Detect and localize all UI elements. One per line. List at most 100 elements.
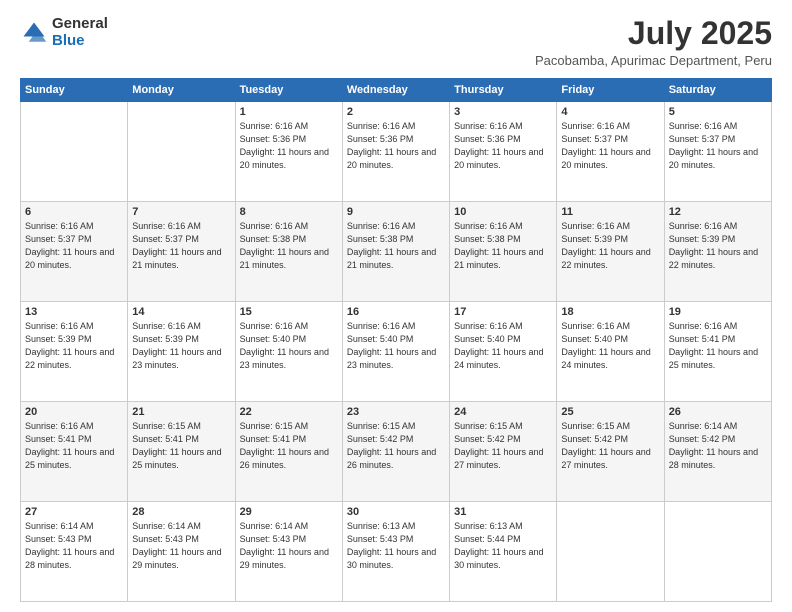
day-number: 24 — [454, 406, 552, 418]
day-number: 15 — [240, 306, 338, 318]
calendar-header-row: Sunday Monday Tuesday Wednesday Thursday… — [21, 79, 772, 102]
col-sunday: Sunday — [21, 79, 128, 102]
col-wednesday: Wednesday — [342, 79, 449, 102]
day-info: Sunrise: 6:16 AM Sunset: 5:37 PM Dayligh… — [669, 120, 767, 172]
day-number: 25 — [561, 406, 659, 418]
day-number: 27 — [25, 506, 123, 518]
day-info: Sunrise: 6:14 AM Sunset: 5:43 PM Dayligh… — [132, 520, 230, 572]
day-number: 6 — [25, 206, 123, 218]
day-number: 22 — [240, 406, 338, 418]
calendar-week-0: 1Sunrise: 6:16 AM Sunset: 5:36 PM Daylig… — [21, 102, 772, 202]
day-info: Sunrise: 6:14 AM Sunset: 5:42 PM Dayligh… — [669, 420, 767, 472]
calendar-cell: 1Sunrise: 6:16 AM Sunset: 5:36 PM Daylig… — [235, 102, 342, 202]
calendar-week-2: 13 Sunrise: 6:16 AM Sunset: 5:39 PM Dayli… — [21, 302, 772, 402]
calendar-cell: 8Sunrise: 6:16 AM Sunset: 5:38 PM Daylig… — [235, 202, 342, 302]
day-number: 14 — [132, 306, 230, 318]
col-saturday: Saturday — [664, 79, 771, 102]
day-number: 2 — [347, 106, 445, 118]
day-info: Sunrise: 6:13 AM Sunset: 5:43 PM Dayligh… — [347, 520, 445, 572]
calendar-cell: 25 Sunrise: 6:15 AM Sunset: 5:42 PM Dayli… — [557, 402, 664, 502]
day-info: Sunrise: 6:16 AM Sunset: 5:39 PM Dayligh… — [669, 220, 767, 272]
day-info: Sunrise: 6:16 AM Sunset: 5:39 PM Dayligh… — [561, 220, 659, 272]
day-info: Sunrise: 6:16 AM Sunset: 5:40 PM Dayligh… — [454, 320, 552, 372]
calendar-cell: 14 Sunrise: 6:16 AM Sunset: 5:39 PM Dayli… — [128, 302, 235, 402]
calendar-cell: 15 Sunrise: 6:16 AM Sunset: 5:40 PM Dayli… — [235, 302, 342, 402]
day-info: Sunrise: 6:16 AM Sunset: 5:37 PM Dayligh… — [132, 220, 230, 272]
calendar-week-4: 27 Sunrise: 6:14 AM Sunset: 5:43 PM Dayli… — [21, 502, 772, 602]
day-number: 20 — [25, 406, 123, 418]
calendar-table: Sunday Monday Tuesday Wednesday Thursday… — [20, 78, 772, 602]
col-friday: Friday — [557, 79, 664, 102]
day-info: Sunrise: 6:16 AM Sunset: 5:40 PM Dayligh… — [347, 320, 445, 372]
day-info: Sunrise: 6:15 AM Sunset: 5:42 PM Dayligh… — [561, 420, 659, 472]
calendar-cell: 30 Sunrise: 6:13 AM Sunset: 5:43 PM Dayli… — [342, 502, 449, 602]
day-info: Sunrise: 6:16 AM Sunset: 5:39 PM Dayligh… — [132, 320, 230, 372]
logo: General Blue — [20, 16, 108, 49]
day-number: 26 — [669, 406, 767, 418]
col-tuesday: Tuesday — [235, 79, 342, 102]
day-number: 5 — [669, 106, 767, 118]
calendar-cell: 11 Sunrise: 6:16 AM Sunset: 5:39 PM Dayli… — [557, 202, 664, 302]
calendar-cell: 6 Sunrise: 6:16 AM Sunset: 5:37 PM Daylig… — [21, 202, 128, 302]
month-year: July 2025 — [535, 16, 772, 51]
day-info: Sunrise: 6:16 AM Sunset: 5:38 PM Dayligh… — [347, 220, 445, 272]
calendar-cell — [21, 102, 128, 202]
logo-general: General — [52, 16, 108, 33]
calendar-cell: 23Sunrise: 6:15 AM Sunset: 5:42 PM Dayli… — [342, 402, 449, 502]
calendar-cell: 16Sunrise: 6:16 AM Sunset: 5:40 PM Dayli… — [342, 302, 449, 402]
logo-text: General Blue — [52, 16, 108, 49]
day-info: Sunrise: 6:16 AM Sunset: 5:41 PM Dayligh… — [25, 420, 123, 472]
calendar-cell: 24 Sunrise: 6:15 AM Sunset: 5:42 PM Dayli… — [450, 402, 557, 502]
calendar-cell: 28 Sunrise: 6:14 AM Sunset: 5:43 PM Dayli… — [128, 502, 235, 602]
day-info: Sunrise: 6:16 AM Sunset: 5:40 PM Dayligh… — [561, 320, 659, 372]
calendar-cell — [128, 102, 235, 202]
day-info: Sunrise: 6:15 AM Sunset: 5:42 PM Dayligh… — [454, 420, 552, 472]
day-info: Sunrise: 6:16 AM Sunset: 5:39 PM Dayligh… — [25, 320, 123, 372]
day-number: 30 — [347, 506, 445, 518]
calendar-cell: 10Sunrise: 6:16 AM Sunset: 5:38 PM Dayli… — [450, 202, 557, 302]
calendar-cell: 19 Sunrise: 6:16 AM Sunset: 5:41 PM Dayli… — [664, 302, 771, 402]
calendar-cell: 4 Sunrise: 6:16 AM Sunset: 5:37 PM Daylig… — [557, 102, 664, 202]
day-number: 9 — [347, 206, 445, 218]
calendar-cell: 5 Sunrise: 6:16 AM Sunset: 5:37 PM Daylig… — [664, 102, 771, 202]
day-info: Sunrise: 6:15 AM Sunset: 5:41 PM Dayligh… — [240, 420, 338, 472]
calendar-body: 1Sunrise: 6:16 AM Sunset: 5:36 PM Daylig… — [21, 102, 772, 602]
calendar-cell: 2 Sunrise: 6:16 AM Sunset: 5:36 PM Daylig… — [342, 102, 449, 202]
calendar-cell: 31Sunrise: 6:13 AM Sunset: 5:44 PM Dayli… — [450, 502, 557, 602]
day-number: 7 — [132, 206, 230, 218]
logo-blue: Blue — [52, 33, 108, 50]
calendar-cell: 22 Sunrise: 6:15 AM Sunset: 5:41 PM Dayli… — [235, 402, 342, 502]
day-number: 18 — [561, 306, 659, 318]
day-number: 21 — [132, 406, 230, 418]
calendar-cell: 27Sunrise: 6:14 AM Sunset: 5:43 PM Dayli… — [21, 502, 128, 602]
location: Pacobamba, Apurimac Department, Peru — [535, 53, 772, 68]
page: General Blue July 2025 Pacobamba, Apurim… — [0, 0, 792, 612]
day-number: 17 — [454, 306, 552, 318]
calendar-cell: 13 Sunrise: 6:16 AM Sunset: 5:39 PM Dayli… — [21, 302, 128, 402]
day-number: 8 — [240, 206, 338, 218]
day-number: 11 — [561, 206, 659, 218]
title-block: July 2025 Pacobamba, Apurimac Department… — [535, 16, 772, 68]
day-number: 4 — [561, 106, 659, 118]
day-info: Sunrise: 6:16 AM Sunset: 5:36 PM Dayligh… — [454, 120, 552, 172]
day-number: 13 — [25, 306, 123, 318]
day-info: Sunrise: 6:15 AM Sunset: 5:41 PM Dayligh… — [132, 420, 230, 472]
col-monday: Monday — [128, 79, 235, 102]
calendar-cell: 7 Sunrise: 6:16 AM Sunset: 5:37 PM Daylig… — [128, 202, 235, 302]
calendar-cell — [557, 502, 664, 602]
day-info: Sunrise: 6:16 AM Sunset: 5:37 PM Dayligh… — [25, 220, 123, 272]
day-number: 19 — [669, 306, 767, 318]
day-number: 12 — [669, 206, 767, 218]
day-number: 31 — [454, 506, 552, 518]
calendar-week-3: 20 Sunrise: 6:16 AM Sunset: 5:41 PM Dayli… — [21, 402, 772, 502]
day-info: Sunrise: 6:14 AM Sunset: 5:43 PM Dayligh… — [240, 520, 338, 572]
day-number: 28 — [132, 506, 230, 518]
day-info: Sunrise: 6:16 AM Sunset: 5:37 PM Dayligh… — [561, 120, 659, 172]
day-info: Sunrise: 6:16 AM Sunset: 5:41 PM Dayligh… — [669, 320, 767, 372]
calendar-week-1: 6 Sunrise: 6:16 AM Sunset: 5:37 PM Daylig… — [21, 202, 772, 302]
day-info: Sunrise: 6:16 AM Sunset: 5:40 PM Dayligh… — [240, 320, 338, 372]
calendar-cell — [664, 502, 771, 602]
day-info: Sunrise: 6:16 AM Sunset: 5:38 PM Dayligh… — [454, 220, 552, 272]
day-info: Sunrise: 6:16 AM Sunset: 5:36 PM Dayligh… — [347, 120, 445, 172]
day-number: 23 — [347, 406, 445, 418]
